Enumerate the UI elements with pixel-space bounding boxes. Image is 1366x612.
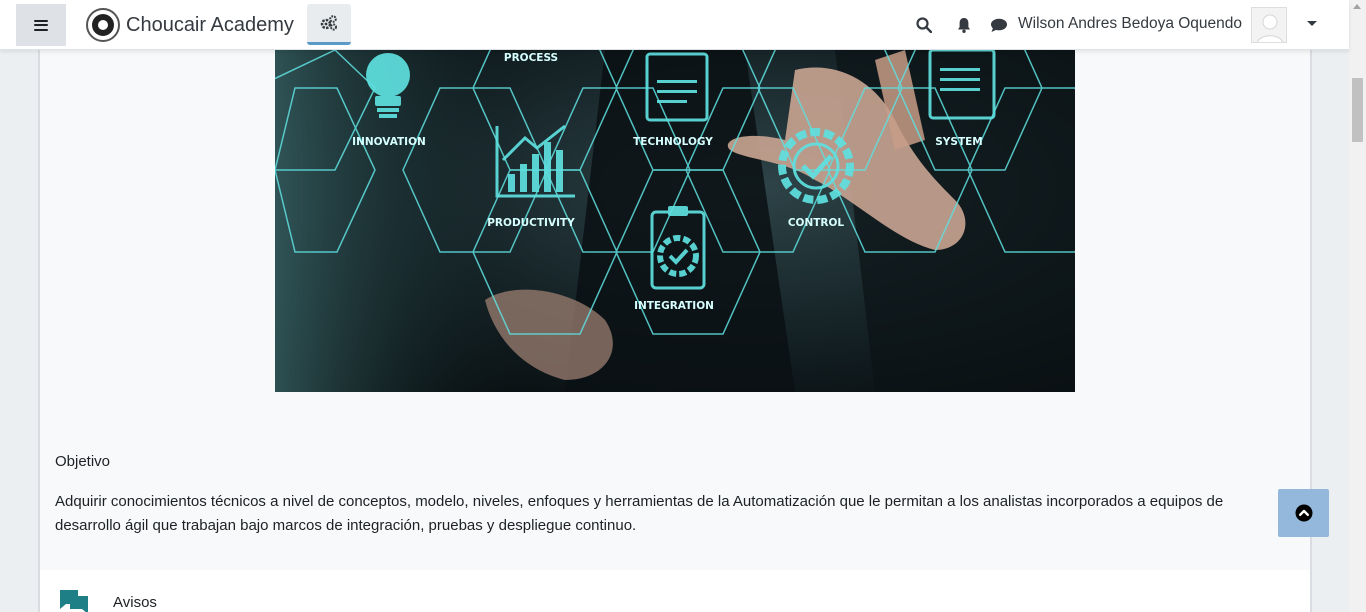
page-scrollbar[interactable] bbox=[1349, 0, 1366, 612]
hamburger-icon bbox=[34, 19, 48, 31]
brand-link[interactable]: Choucair Academy bbox=[86, 7, 294, 43]
section-title: Objetivo bbox=[55, 453, 111, 470]
cogs-icon bbox=[320, 15, 337, 31]
hero-label-process: PROCESS bbox=[504, 52, 558, 64]
hero-label-integration: INTEGRATION bbox=[634, 300, 714, 312]
objective-text: Adquirir conocimientos técnicos a nivel … bbox=[55, 493, 1224, 534]
drawer-toggle-button[interactable] bbox=[16, 4, 66, 46]
hero-label-system: SYSTEM bbox=[935, 136, 983, 148]
scroll-up-arrow-icon[interactable] bbox=[1353, 4, 1361, 9]
course-banner-image: PROCESS INNOVATION TECHNOLOGY SYSTEM PRO… bbox=[275, 50, 1075, 392]
top-navbar: Choucair Academy Wilson Andres Bedoya Oq… bbox=[0, 0, 1349, 50]
search-icon[interactable] bbox=[914, 15, 934, 35]
chevron-up-circle-icon bbox=[1295, 504, 1312, 522]
hero-label-productivity: PRODUCTIVITY bbox=[487, 217, 575, 229]
activity-link-avisos[interactable]: Avisos bbox=[113, 594, 157, 611]
user-fullname[interactable]: Wilson Andres Bedoya Oquendo bbox=[1018, 15, 1242, 33]
activity-row-avisos[interactable] bbox=[40, 570, 1310, 612]
back-to-top-button[interactable] bbox=[1278, 489, 1329, 537]
messages-comment-icon[interactable] bbox=[989, 15, 1009, 35]
hero-label-innovation: INNOVATION bbox=[352, 136, 426, 148]
user-avatar[interactable] bbox=[1251, 7, 1287, 43]
site-logo bbox=[86, 8, 120, 42]
notifications-bell-icon[interactable] bbox=[954, 15, 974, 35]
forum-icon bbox=[58, 588, 90, 612]
site-admin-button[interactable] bbox=[307, 4, 351, 45]
hero-label-technology: TECHNOLOGY bbox=[633, 136, 713, 148]
hero-label-control: CONTROL bbox=[788, 217, 845, 229]
site-name: Choucair Academy bbox=[126, 13, 294, 36]
scrollbar-thumb[interactable] bbox=[1352, 78, 1363, 142]
user-menu-caret-icon[interactable] bbox=[1307, 21, 1317, 26]
